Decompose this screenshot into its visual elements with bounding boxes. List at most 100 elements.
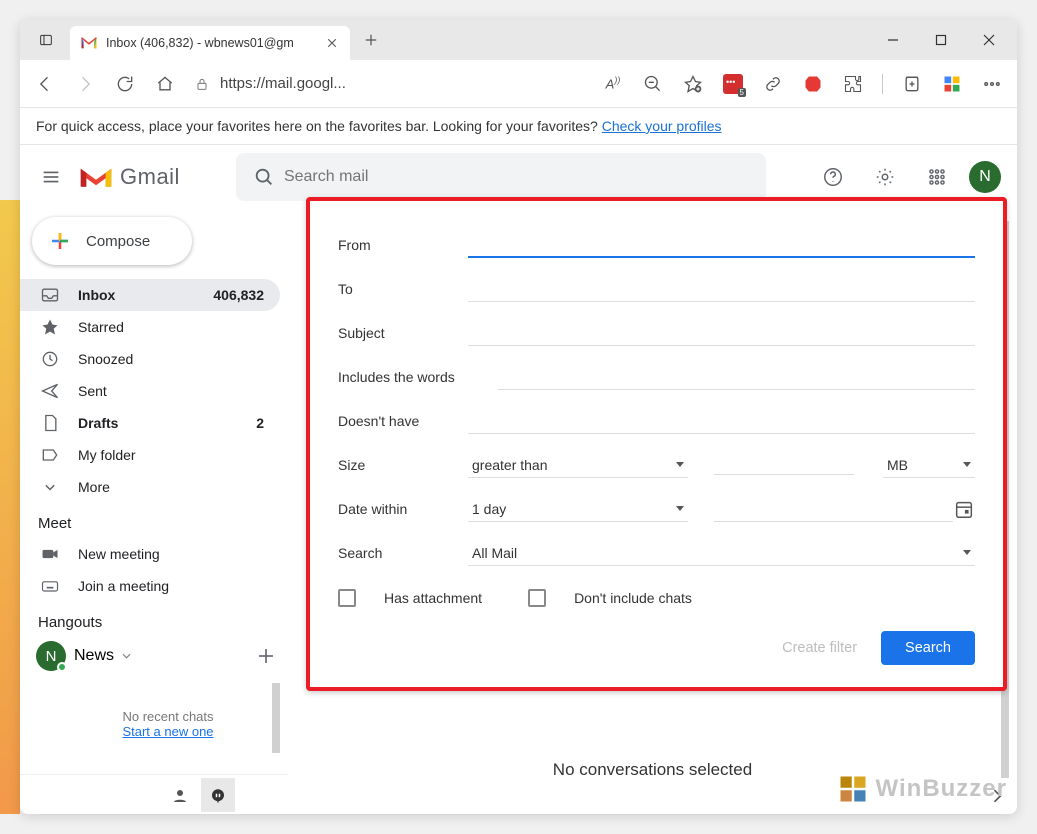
chevron-down-icon — [676, 462, 684, 467]
label-icon — [40, 445, 60, 465]
has-attachment-checkbox[interactable] — [338, 589, 356, 607]
meet-item-join-a-meeting[interactable]: Join a meeting — [20, 570, 280, 602]
no-conversations-text: No conversations selected — [553, 760, 752, 780]
from-input[interactable] — [468, 232, 975, 258]
size-operator-select[interactable]: greater than — [468, 453, 688, 478]
sidebar-item-label: Sent — [78, 383, 107, 399]
sidebar-item-drafts[interactable]: Drafts 2 — [20, 407, 280, 439]
gmail-logo-text: Gmail — [120, 164, 180, 190]
chevron-down-icon[interactable] — [122, 653, 131, 659]
extension-adblock-icon[interactable] — [802, 73, 824, 95]
profile-icon[interactable] — [941, 73, 963, 95]
chat-panel: No recent chats Start a new one — [56, 683, 280, 753]
camera-icon — [40, 544, 60, 564]
date-range-select[interactable]: 1 day — [468, 497, 688, 522]
search-input[interactable] — [284, 168, 758, 186]
clock-icon — [40, 349, 60, 369]
gmail-logo[interactable]: Gmail — [78, 163, 180, 191]
titlebar: Inbox (406,832) - wbnews01@gm — [20, 20, 1017, 60]
start-chat-link[interactable]: Start a new one — [122, 724, 213, 739]
meet-item-new-meeting[interactable]: New meeting — [20, 538, 280, 570]
check-profiles-link[interactable]: Check your profiles — [602, 118, 722, 134]
date-input[interactable] — [714, 497, 953, 522]
account-avatar[interactable]: N — [969, 161, 1001, 193]
collections-button[interactable] — [901, 73, 923, 95]
sidebar-item-sent[interactable]: Sent — [20, 375, 280, 407]
browser-tab[interactable]: Inbox (406,832) - wbnews01@gm — [70, 26, 350, 60]
sidebar-item-label: Drafts — [78, 415, 118, 431]
sidebar-item-inbox[interactable]: Inbox 406,832 — [20, 279, 280, 311]
settings-button[interactable] — [865, 157, 905, 197]
more-button[interactable] — [981, 73, 1003, 95]
gmail-favicon-icon — [80, 34, 98, 52]
sidebar-item-label: My folder — [78, 447, 136, 463]
tab-actions-button[interactable] — [32, 26, 60, 54]
size-value-input[interactable] — [714, 456, 854, 475]
search-in-select[interactable]: All Mail — [468, 541, 975, 566]
back-button[interactable] — [34, 73, 56, 95]
scrollbar[interactable] — [272, 683, 280, 753]
sidebar-footer-tabs — [20, 774, 288, 814]
meet-item-label: New meeting — [78, 546, 160, 562]
subject-input[interactable] — [468, 321, 975, 346]
sidebar-item-label: More — [78, 479, 110, 495]
window-controls — [881, 28, 1011, 52]
search-bar[interactable] — [236, 153, 766, 201]
lock-icon — [194, 76, 210, 92]
support-button[interactable] — [813, 157, 853, 197]
sidebar-item-more[interactable]: More — [20, 471, 280, 503]
exclude-chats-label: Don't include chats — [574, 590, 692, 606]
contacts-tab[interactable] — [163, 778, 197, 812]
sidebar-item-label: Inbox — [78, 287, 115, 303]
includes-input[interactable] — [498, 365, 975, 390]
maximize-button[interactable] — [929, 28, 953, 52]
close-tab-icon[interactable] — [324, 35, 340, 51]
create-filter-button[interactable]: Create filter — [782, 640, 857, 656]
sidebar-item-label: Starred — [78, 319, 124, 335]
new-tab-button[interactable] — [354, 23, 388, 57]
hangouts-tab[interactable] — [201, 778, 235, 812]
size-unit-select[interactable]: MB — [883, 453, 975, 478]
address-bar[interactable]: https://mail.googl... — [194, 75, 394, 92]
browser-toolbar: https://mail.googl... A)) 5••• — [20, 60, 1017, 108]
chat-empty-text: No recent chats — [64, 709, 272, 724]
favorite-icon[interactable] — [682, 73, 704, 95]
doesnt-have-input[interactable] — [468, 409, 975, 434]
search-icon[interactable] — [244, 157, 284, 197]
home-button[interactable] — [154, 73, 176, 95]
new-chat-icon[interactable] — [254, 644, 278, 668]
sidebar-item-count: 2 — [256, 415, 280, 431]
browser-window: Inbox (406,832) - wbnews01@gm https://ma… — [20, 20, 1017, 814]
inbox-icon — [40, 285, 60, 305]
extension-lastpass-icon[interactable]: 5••• — [722, 73, 744, 95]
forward-button — [74, 73, 96, 95]
zoom-out-icon[interactable] — [642, 73, 664, 95]
minimize-button[interactable] — [881, 28, 905, 52]
hangouts-user-row[interactable]: N News — [20, 637, 288, 675]
extensions-button[interactable] — [842, 73, 864, 95]
extension-link-icon[interactable] — [762, 73, 784, 95]
gmail-app: Gmail N Compose Inbo — [20, 145, 1017, 814]
side-panel-toggle-icon[interactable] — [987, 786, 1007, 806]
gmail-logo-icon — [78, 163, 114, 191]
calendar-icon[interactable] — [953, 498, 975, 520]
apps-button[interactable] — [917, 157, 957, 197]
chevron-down-icon — [676, 506, 684, 511]
sidebar-item-snoozed[interactable]: Snoozed — [20, 343, 280, 375]
main-menu-button[interactable] — [30, 156, 72, 198]
exclude-chats-checkbox[interactable] — [528, 589, 546, 607]
hangouts-section-title: Hangouts — [20, 602, 288, 637]
compose-label: Compose — [86, 233, 150, 250]
refresh-button[interactable] — [114, 73, 136, 95]
sidebar-item-my-folder[interactable]: My folder — [20, 439, 280, 471]
close-window-button[interactable] — [977, 28, 1001, 52]
has-attachment-label: Has attachment — [384, 590, 482, 606]
compose-button[interactable]: Compose — [32, 217, 192, 265]
sidebar-item-starred[interactable]: Starred — [20, 311, 280, 343]
sidebar-item-count: 406,832 — [213, 287, 280, 303]
chevron-icon — [40, 477, 60, 497]
search-button[interactable]: Search — [881, 631, 975, 665]
to-input[interactable] — [468, 277, 975, 302]
read-aloud-icon[interactable]: A)) — [602, 73, 624, 95]
toolbar-extensions: A)) 5••• — [602, 73, 1003, 95]
